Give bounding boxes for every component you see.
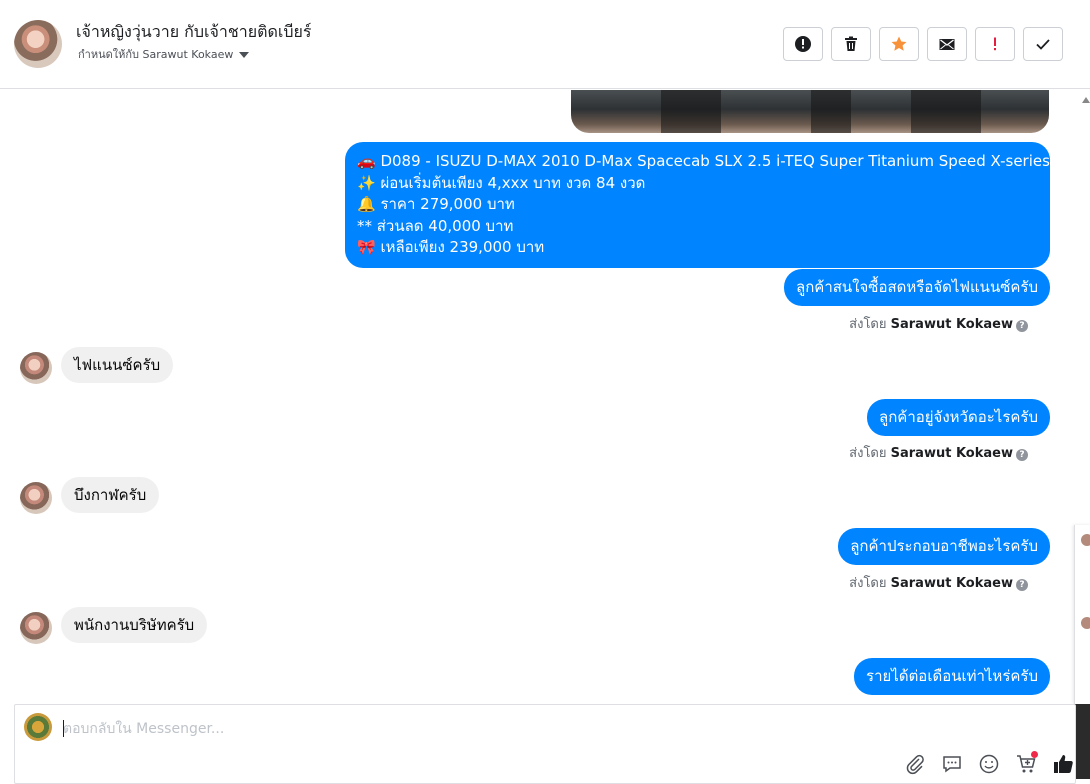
sent-by-prefix: ส่งโดย bbox=[849, 576, 887, 591]
incoming-message[interactable]: พนักงานบริษัทครับ bbox=[61, 607, 208, 643]
sent-by-prefix: ส่งโดย bbox=[849, 317, 887, 332]
star-icon bbox=[891, 36, 907, 51]
attach-button[interactable] bbox=[903, 752, 927, 776]
thumbs-up-icon bbox=[1054, 755, 1073, 773]
delete-button[interactable] bbox=[831, 27, 871, 61]
question-icon[interactable]: ? bbox=[1016, 579, 1028, 591]
message-line: 🔔 ราคา 279,000 บาท bbox=[357, 195, 515, 213]
message-line: ✨ ผ่อนเริ่มต้นเพียง 4,xxx บาท งวด 84 งวด bbox=[357, 173, 646, 192]
paperclip-icon bbox=[906, 754, 924, 775]
like-button[interactable] bbox=[1051, 752, 1075, 776]
sender-name: Sarawut Kokaew bbox=[890, 576, 1013, 591]
page-avatar bbox=[24, 713, 52, 741]
outgoing-message[interactable]: ลูกค้าสนใจซื้อสดหรือจัดไฟแนนซ์ครับ bbox=[784, 269, 1050, 306]
text-cursor bbox=[63, 720, 64, 737]
important-button[interactable] bbox=[975, 27, 1015, 61]
outgoing-message[interactable]: รายได้ต่อเดือนเท่าไหร่ครับ bbox=[854, 658, 1050, 695]
emoji-button[interactable] bbox=[977, 752, 1001, 776]
report-button[interactable] bbox=[783, 27, 823, 61]
incoming-message[interactable]: ไฟแนนซ์ครับ bbox=[61, 347, 174, 383]
sent-by-prefix: ส่งโดย bbox=[849, 446, 887, 461]
shop-button[interactable] bbox=[1014, 751, 1038, 776]
sent-by-label: ส่งโดย Sarawut Kokaew? bbox=[849, 313, 1028, 334]
conversation-header: เจ้าหญิงวุ่นวาย กับเจ้าชายติดเบียร์ กำหน… bbox=[0, 0, 1090, 89]
saved-replies-button[interactable] bbox=[940, 752, 964, 776]
header-actions bbox=[783, 27, 1063, 61]
reply-composer bbox=[14, 704, 1076, 784]
car-photo-message[interactable] bbox=[571, 90, 1049, 133]
message-thread[interactable]: 🚗 D089 - ISUZU D-MAX 2010 D-Max Spacecab… bbox=[0, 90, 1068, 704]
incoming-message[interactable]: บึงกาฬครับ bbox=[61, 477, 160, 513]
mark-unread-button[interactable] bbox=[927, 27, 967, 61]
envelope-icon bbox=[939, 39, 955, 50]
scroll-up-arrow-icon[interactable] bbox=[1082, 97, 1090, 103]
side-panel-peek[interactable] bbox=[1074, 525, 1090, 704]
emoji-icon bbox=[979, 754, 999, 774]
side-avatar bbox=[1081, 534, 1090, 546]
contact-avatar-small[interactable] bbox=[20, 352, 52, 384]
side-panel-dark bbox=[1074, 704, 1090, 779]
sender-name: Sarawut Kokaew bbox=[890, 317, 1013, 332]
question-icon[interactable]: ? bbox=[1016, 449, 1028, 461]
notification-dot bbox=[1031, 751, 1038, 758]
sent-by-label: ส่งโดย Sarawut Kokaew? bbox=[849, 572, 1028, 593]
done-button[interactable] bbox=[1023, 27, 1063, 61]
contact-avatar[interactable] bbox=[14, 20, 62, 68]
caret-down-icon bbox=[239, 52, 250, 58]
reply-input[interactable] bbox=[63, 719, 863, 739]
side-avatar bbox=[1081, 617, 1090, 629]
message-line: 🎀 เหลือเพียง 239,000 บาท bbox=[357, 238, 545, 256]
checkmark-icon bbox=[1036, 39, 1050, 50]
sender-name: Sarawut Kokaew bbox=[890, 446, 1013, 461]
composer-tools bbox=[903, 751, 1075, 776]
exclamation-icon bbox=[994, 37, 996, 51]
message-line: 🚗 D089 - ISUZU D-MAX 2010 D-Max Spacecab… bbox=[357, 152, 1068, 170]
trash-icon bbox=[845, 36, 857, 51]
outgoing-message[interactable]: ลูกค้าอยู่จังหวัดอะไรครับ bbox=[867, 399, 1050, 436]
car-details-message[interactable]: 🚗 D089 - ISUZU D-MAX 2010 D-Max Spacecab… bbox=[345, 142, 1068, 268]
assignee-label: กำหนดให้กับ Sarawut Kokaew bbox=[78, 48, 234, 61]
contact-avatar-small[interactable] bbox=[20, 482, 52, 514]
outgoing-message[interactable]: ลูกค้าประกอบอาชีพอะไรครับ bbox=[838, 528, 1050, 565]
contact-avatar-small[interactable] bbox=[20, 612, 52, 644]
saved-reply-icon bbox=[943, 756, 961, 773]
question-icon[interactable]: ? bbox=[1016, 320, 1028, 332]
sent-by-label: ส่งโดย Sarawut Kokaew? bbox=[849, 442, 1028, 463]
contact-name[interactable]: เจ้าหญิงวุ่นวาย กับเจ้าชายติดเบียร์ bbox=[76, 20, 311, 45]
message-line: ** ส่วนลด 40,000 บาท bbox=[357, 216, 514, 235]
exclamation-circle-icon bbox=[795, 36, 811, 52]
assignee-dropdown[interactable]: กำหนดให้กับ Sarawut Kokaew bbox=[78, 45, 250, 63]
star-button[interactable] bbox=[879, 27, 919, 61]
